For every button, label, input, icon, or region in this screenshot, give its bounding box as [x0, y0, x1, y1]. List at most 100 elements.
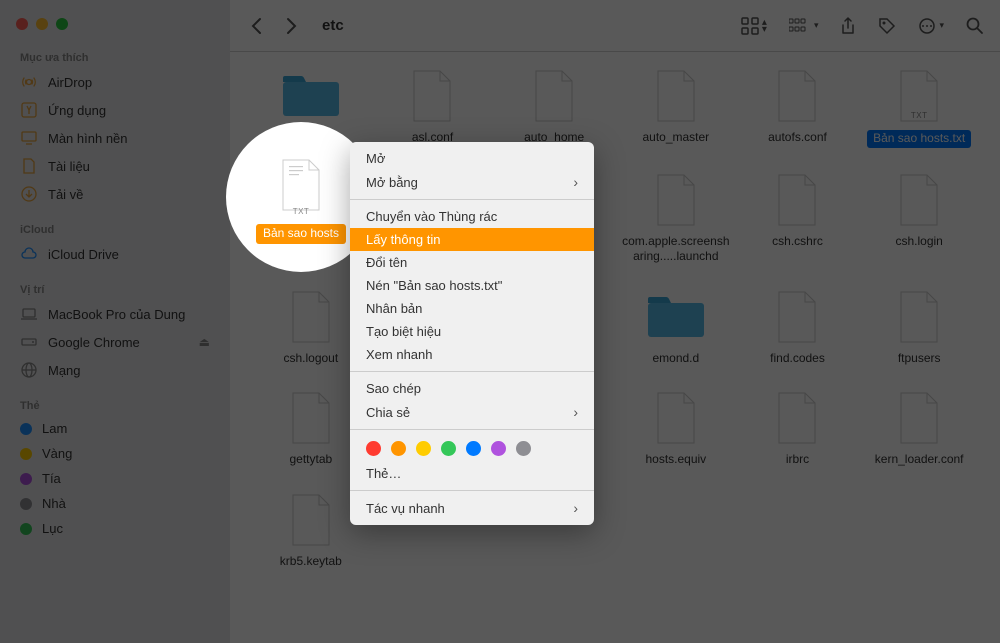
action-button[interactable]: ▾ — [918, 17, 944, 35]
menu-separator — [350, 371, 594, 372]
menu-item[interactable]: Chia sẻ› — [350, 400, 594, 424]
sidebar-tag[interactable]: Lục — [0, 516, 230, 541]
tag-button[interactable] — [878, 17, 896, 35]
menu-item[interactable]: Tạo biệt hiệu — [350, 320, 594, 343]
file-item[interactable]: kern_loader.conf — [858, 382, 980, 476]
sidebar-item-label: Mạng — [48, 363, 81, 378]
sidebar-item[interactable]: AirDrop — [0, 68, 230, 96]
menu-item[interactable]: Xem nhanh — [350, 343, 594, 366]
icloud-icon — [20, 245, 38, 263]
file-icon — [765, 390, 829, 446]
file-icon — [644, 390, 708, 446]
file-badge: TXT — [293, 207, 310, 216]
file-icon — [765, 172, 829, 228]
color-tag[interactable] — [366, 441, 381, 456]
menu-item-label: Đổi tên — [366, 255, 407, 270]
file-name: gettytab — [289, 452, 332, 468]
menu-item[interactable]: Mở — [350, 147, 594, 170]
icloud-header: iCloud — [0, 216, 230, 240]
menu-item-label: Xem nhanh — [366, 347, 433, 362]
file-name: find.codes — [770, 351, 825, 367]
file-name: Bản sao hosts.txt — [867, 130, 971, 148]
sidebar-item[interactable]: Ứng dụng — [0, 96, 230, 124]
menu-item[interactable]: Đổi tên — [350, 251, 594, 274]
back-button[interactable] — [246, 16, 266, 36]
file-icon — [887, 289, 951, 345]
file-item[interactable]: csh.login — [858, 164, 980, 273]
chevron-right-icon: › — [573, 500, 578, 516]
sidebar-item[interactable]: iCloud Drive — [0, 240, 230, 268]
eject-icon[interactable]: ⏏ — [199, 335, 210, 349]
menu-item[interactable]: Thẻ… — [350, 462, 594, 485]
menu-color-row — [350, 435, 594, 462]
menu-item[interactable]: Nén "Bản sao hosts.txt" — [350, 274, 594, 297]
color-tag[interactable] — [441, 441, 456, 456]
sidebar-tag[interactable]: Vàng — [0, 441, 230, 466]
file-badge: TXT — [911, 111, 928, 120]
search-button[interactable] — [966, 17, 984, 35]
toolbar: etc ▴▾ ▾ ▾ — [230, 0, 1000, 52]
color-tag[interactable] — [491, 441, 506, 456]
menu-item-label: Tác vụ nhanh — [366, 501, 445, 516]
color-tag[interactable] — [466, 441, 481, 456]
finder-window: Mục ưa thích AirDrop Ứng dụngMàn hình nền… — [0, 0, 1000, 643]
menu-item-label: Chia sẻ — [366, 405, 410, 420]
menu-item-label: Chuyển vào Thùng rác — [366, 209, 497, 224]
sidebar-item-label: Tài liệu — [48, 159, 90, 174]
sidebar-item-label: MacBook Pro của Dung — [48, 307, 185, 322]
sidebar-item-label: AirDrop — [48, 75, 92, 90]
minimize-button[interactable] — [36, 18, 48, 30]
sidebar-item[interactable]: MacBook Pro của Dung — [0, 300, 230, 328]
folder-icon — [644, 289, 708, 345]
file-item[interactable]: ftpusers — [858, 281, 980, 375]
color-tag[interactable] — [391, 441, 406, 456]
menu-item-label: Sao chép — [366, 381, 421, 396]
file-icon — [765, 289, 829, 345]
group-button[interactable]: ▾ — [789, 18, 819, 34]
file-item[interactable]: hosts.equiv — [615, 382, 737, 476]
favorites-header: Mục ưa thích — [0, 44, 230, 68]
sidebar: Mục ưa thích AirDrop Ứng dụngMàn hình nền… — [0, 0, 230, 643]
menu-item-label: Nén "Bản sao hosts.txt" — [366, 278, 502, 293]
forward-button[interactable] — [282, 16, 302, 36]
share-button[interactable] — [840, 17, 856, 35]
menu-item[interactable]: Tác vụ nhanh › — [350, 496, 594, 520]
sidebar-item[interactable]: Tài liệu — [0, 152, 230, 180]
tag-dot-icon — [20, 448, 32, 460]
sidebar-tag[interactable]: Lam — [0, 416, 230, 441]
tag-dot-icon — [20, 473, 32, 485]
file-name: irbrc — [786, 452, 809, 468]
view-mode-button[interactable]: ▴▾ — [741, 17, 767, 35]
file-item[interactable]: find.codes — [737, 281, 859, 375]
sidebar-tag[interactable]: Tía — [0, 466, 230, 491]
file-item[interactable]: autofs.conf — [737, 60, 859, 156]
sidebar-item[interactable]: Google Chrome⏏ — [0, 328, 230, 356]
menu-item[interactable]: Chuyển vào Thùng rác — [350, 205, 594, 228]
sidebar-item-label: Vàng — [42, 446, 72, 461]
menu-item[interactable]: Lấy thông tin — [350, 228, 594, 251]
color-tag[interactable] — [416, 441, 431, 456]
file-icon — [887, 390, 951, 446]
menu-item[interactable]: Nhân bản — [350, 297, 594, 320]
file-item[interactable]: com.apple.screensharing.....launchd — [615, 164, 737, 273]
file-item[interactable]: auto_master — [615, 60, 737, 156]
maximize-button[interactable] — [56, 18, 68, 30]
sidebar-item-label: Lam — [42, 421, 67, 436]
sidebar-item[interactable]: Tải về — [0, 180, 230, 208]
menu-item-label: Thẻ… — [366, 466, 401, 481]
file-item[interactable]: irbrc — [737, 382, 859, 476]
file-icon — [644, 172, 708, 228]
sidebar-tag[interactable]: Nhà — [0, 491, 230, 516]
file-item[interactable]: emond.d — [615, 281, 737, 375]
menu-item[interactable]: Mở bằng› — [350, 170, 594, 194]
color-tag[interactable] — [516, 441, 531, 456]
file-icon — [522, 68, 586, 124]
file-item[interactable]: csh.cshrc — [737, 164, 859, 273]
menu-item[interactable]: Sao chép — [350, 377, 594, 400]
sidebar-item[interactable]: Mạng — [0, 356, 230, 384]
documents-icon — [20, 157, 38, 175]
file-item[interactable]: TXT Bản sao hosts.txt — [858, 60, 980, 156]
apps-icon — [20, 101, 38, 119]
sidebar-item[interactable]: Màn hình nền — [0, 124, 230, 152]
close-button[interactable] — [16, 18, 28, 30]
